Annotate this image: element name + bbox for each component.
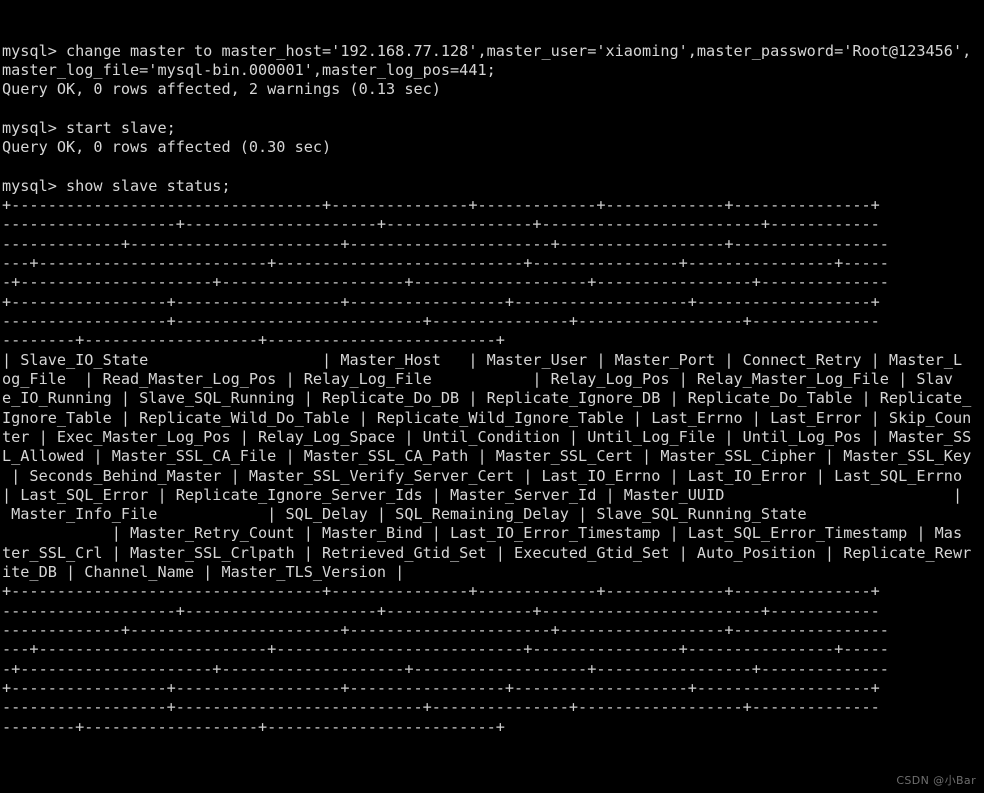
- table-separator-line: -+---------------------+----------------…: [2, 659, 889, 678]
- table-separator-line: -------------------+--------------------…: [2, 601, 880, 620]
- table-separator-line: -------------------+--------------------…: [2, 215, 880, 234]
- table-separator-line: +----------------------------------+----…: [2, 196, 880, 215]
- terminal-line: mysql> show slave status;: [2, 176, 231, 195]
- terminal-line: Query OK, 0 rows affected (0.30 sec): [2, 138, 332, 157]
- terminal-line: master_log_file='mysql-bin.000001',maste…: [2, 60, 496, 79]
- terminal-line: Query OK, 0 rows affected, 2 warnings (0…: [2, 80, 441, 99]
- terminal-line: ite_DB | Channel_Name | Master_TLS_Versi…: [2, 563, 405, 582]
- terminal-line: ter_SSL_Crl | Master_SSL_Crlpath | Retri…: [2, 543, 972, 562]
- table-separator-line: -------------+-----------------------+--…: [2, 234, 889, 253]
- table-separator-line: ------------------+---------------------…: [2, 312, 880, 330]
- terminal-line: | Master_Retry_Count | Master_Bind | Las…: [2, 524, 963, 543]
- terminal-line: | Last_SQL_Error | Replicate_Ignore_Serv…: [2, 485, 963, 504]
- terminal-line: | Slave_IO_State | Master_Host | Master_…: [2, 350, 963, 369]
- terminal-line: og_File | Read_Master_Log_Pos | Relay_Lo…: [2, 369, 953, 388]
- terminal-output: mysql> change master to master_host='192…: [2, 42, 984, 737]
- table-separator-line: --------+-------------------+-----------…: [2, 331, 505, 350]
- csdn-watermark: CSDN @小Bar: [896, 773, 976, 787]
- terminal-line: e_IO_Running | Slave_SQL_Running | Repli…: [2, 389, 972, 408]
- table-separator-line: -------------+-----------------------+--…: [2, 621, 889, 639]
- terminal-line: ter | Exec_Master_Log_Pos | Relay_Log_Sp…: [2, 427, 972, 446]
- terminal-window[interactable]: mysql> change master to master_host='192…: [0, 0, 984, 793]
- table-separator-line: +-----------------+------------------+--…: [2, 678, 880, 697]
- table-separator-line: +-----------------+------------------+--…: [2, 292, 880, 311]
- terminal-line: L_Allowed | Master_SSL_CA_File | Master_…: [2, 447, 972, 466]
- terminal-line: mysql> start slave;: [2, 118, 176, 137]
- table-separator-line: +----------------------------------+----…: [2, 582, 880, 601]
- table-separator-line: ------------------+---------------------…: [2, 698, 880, 717]
- table-separator-line: ---+-------------------------+----------…: [2, 254, 889, 273]
- table-separator-line: ---+-------------------------+----------…: [2, 640, 889, 659]
- terminal-line: Master_Info_File | SQL_Delay | SQL_Remai…: [2, 505, 807, 524]
- terminal-line: | Seconds_Behind_Master | Master_SSL_Ver…: [2, 466, 963, 485]
- table-separator-line: --------+-------------------+-----------…: [2, 717, 505, 736]
- terminal-line: mysql> change master to master_host='192…: [2, 41, 972, 60]
- terminal-line: Ignore_Table | Replicate_Wild_Do_Table |…: [2, 408, 972, 427]
- table-separator-line: -+---------------------+----------------…: [2, 273, 889, 292]
